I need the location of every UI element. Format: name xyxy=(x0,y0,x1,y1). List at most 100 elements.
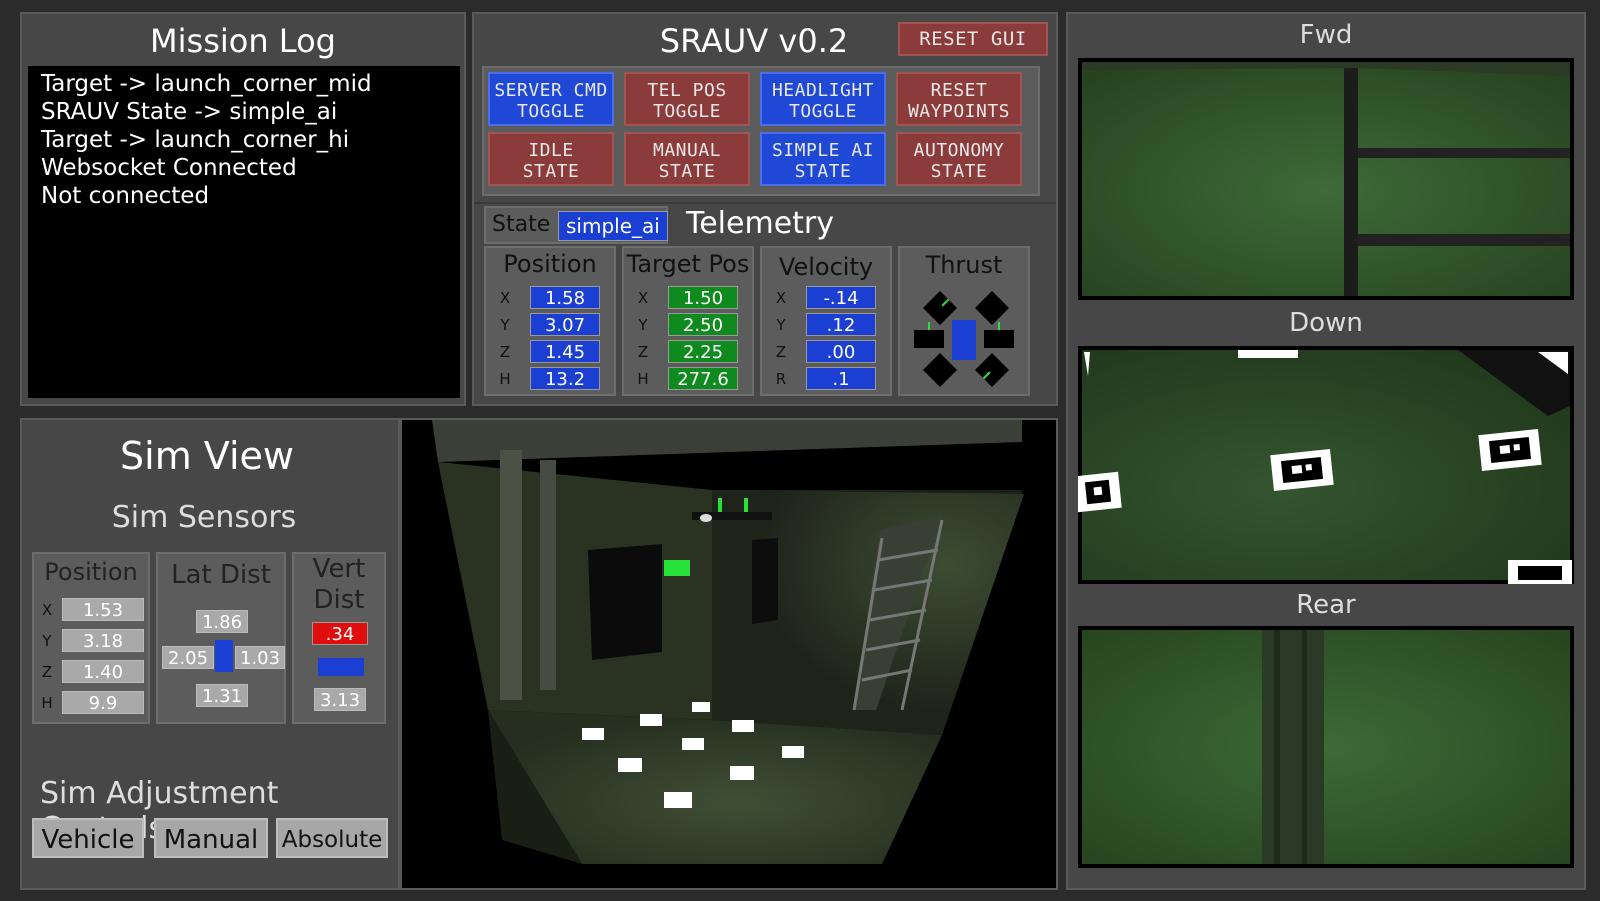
axis-label: H xyxy=(499,370,511,388)
value-field: 1.40 xyxy=(62,660,144,683)
axis-label: H xyxy=(41,694,53,712)
fwd-camera-view[interactable] xyxy=(1078,58,1574,300)
axis-label: H xyxy=(637,370,649,388)
state-label: State xyxy=(492,212,551,237)
vert-dist-bottom: 3.13 xyxy=(314,688,366,711)
lat-dist-vehicle xyxy=(215,640,233,672)
telemetry-target-box: Target Pos X 1.50 Y 2.50 Z 2.25 H 277.6 xyxy=(622,246,754,396)
state-box: State simple_ai xyxy=(484,206,668,244)
button-label-line: TEL POS xyxy=(647,80,727,101)
vert-dist-vehicle xyxy=(318,658,364,676)
value-field: 1.50 xyxy=(668,286,738,309)
sim-adjust-vehicle-button[interactable]: Vehicle xyxy=(32,818,144,858)
button-label-line: TOGGLE xyxy=(652,101,722,122)
telemetry-thrust-box: Thrust xyxy=(898,246,1030,396)
headlight-toggle-button[interactable]: HEADLIGHT TOGGLE xyxy=(760,72,886,126)
mission-log-line: Target -> launch_corner_hi xyxy=(41,127,350,153)
rear-camera-view[interactable] xyxy=(1078,626,1574,868)
value-field: 3.07 xyxy=(530,313,600,336)
button-label-line: IDLE xyxy=(528,140,574,161)
telemetry-target-title: Target Pos xyxy=(626,250,750,278)
thruster-fl xyxy=(923,291,957,325)
mission-log-panel: Mission Log Target -> launch_corner_mid S… xyxy=(20,12,466,406)
sim-3d-viewport[interactable] xyxy=(400,418,1058,890)
vehicle-body xyxy=(952,320,976,360)
state-value: simple_ai xyxy=(558,211,668,241)
rear-camera-title: Rear xyxy=(1296,590,1356,620)
button-label-line: SIMPLE AI xyxy=(771,140,875,161)
axis-label: Y xyxy=(776,316,786,334)
telemetry-position-title: Position xyxy=(503,250,597,278)
button-label-line: STATE xyxy=(658,161,716,182)
value-field: -.14 xyxy=(806,286,876,309)
button-label-line: WAYPOINTS xyxy=(907,101,1011,122)
app-title: SRAUV v0.2 xyxy=(659,22,849,60)
axis-label: Z xyxy=(637,343,649,361)
thruster-diagram xyxy=(914,291,1014,387)
thruster-vr xyxy=(984,330,1014,348)
axis-label: Z xyxy=(499,343,511,361)
axis-label: Y xyxy=(42,632,52,650)
simple-ai-state-button[interactable]: SIMPLE AI STATE xyxy=(760,132,886,186)
axis-label: X xyxy=(499,289,511,307)
value-field: .1 xyxy=(806,367,876,390)
button-label-line: TOGGLE xyxy=(788,101,858,122)
server-cmd-toggle-button[interactable]: SERVER CMD TOGGLE xyxy=(488,72,614,126)
lat-dist-front: 1.86 xyxy=(196,610,248,633)
down-camera-view[interactable] xyxy=(1078,346,1574,584)
sim-3d-scene xyxy=(432,420,1024,864)
fwd-camera-feed xyxy=(1082,62,1570,296)
autonomy-state-button[interactable]: AUTONOMY STATE xyxy=(896,132,1022,186)
button-label-line: SERVER CMD xyxy=(494,80,608,101)
thruster-rr xyxy=(975,353,1009,387)
button-label-line: TOGGLE xyxy=(516,101,586,122)
sim-vert-dist-title-1: Vert xyxy=(312,554,366,584)
sim-lat-dist-title: Lat Dist xyxy=(171,560,271,590)
value-field: 1.53 xyxy=(62,598,144,621)
rear-camera-feed xyxy=(1082,630,1570,864)
value-field: 3.18 xyxy=(62,629,144,652)
thruster-rl xyxy=(923,353,957,387)
sim-position-box: Position X 1.53 Y 3.18 Z 1.40 H 9.9 xyxy=(32,552,150,724)
telemetry-title: Telemetry xyxy=(686,206,835,241)
down-camera-title: Down xyxy=(1289,308,1363,338)
idle-state-button[interactable]: IDLE STATE xyxy=(488,132,614,186)
axis-label: X xyxy=(637,289,649,307)
control-panel: SRAUV v0.2 RESET GUI SERVER CMD TOGGLE TEL… xyxy=(472,12,1058,406)
reset-waypoints-button[interactable]: RESET WAYPOINTS xyxy=(896,72,1022,126)
down-camera-feed xyxy=(1078,350,1572,584)
axis-label: Y xyxy=(638,316,648,334)
button-label-line: RESET xyxy=(930,80,988,101)
sim-sensors-title: Sim Sensors xyxy=(111,500,297,535)
lat-dist-back: 1.31 xyxy=(196,684,248,707)
lat-dist-left: 2.05 xyxy=(162,646,214,669)
button-label-line: STATE xyxy=(794,161,852,182)
sim-lat-dist-box: Lat Dist 1.86 2.05 1.03 1.31 xyxy=(156,552,286,724)
axis-label: X xyxy=(41,601,53,619)
mission-log-line: Target -> launch_corner_mid xyxy=(41,71,372,97)
value-field: 1.45 xyxy=(530,340,600,363)
value-field: .12 xyxy=(806,313,876,336)
sim-adjust-manual-button[interactable]: Manual xyxy=(154,818,268,858)
value-field: 9.9 xyxy=(62,691,144,714)
telemetry-position-box: Position X 1.58 Y 3.07 Z 1.45 H 13.2 xyxy=(484,246,616,396)
sim-adjust-absolute-button[interactable]: Absolute xyxy=(276,818,388,858)
manual-state-button[interactable]: MANUAL STATE xyxy=(624,132,750,186)
tel-pos-toggle-button[interactable]: TEL POS TOGGLE xyxy=(624,72,750,126)
sim-position-title: Position xyxy=(44,558,138,586)
axis-label: Z xyxy=(41,663,53,681)
mission-log-line: SRAUV State -> simple_ai xyxy=(41,99,338,125)
mission-log-console[interactable]: Target -> launch_corner_mid SRAUV State -… xyxy=(28,66,460,398)
thruster-vl xyxy=(914,330,944,348)
button-label-line: STATE xyxy=(522,161,580,182)
value-field: 277.6 xyxy=(668,367,738,390)
axis-label: X xyxy=(775,289,787,307)
vert-dist-top: .34 xyxy=(312,622,368,645)
reset-gui-button[interactable]: RESET GUI xyxy=(898,22,1048,56)
axis-label: R xyxy=(775,370,787,388)
mission-log-title: Mission Log xyxy=(150,22,336,60)
value-field: .00 xyxy=(806,340,876,363)
value-field: 1.58 xyxy=(530,286,600,309)
value-field: 13.2 xyxy=(530,367,600,390)
mission-log-lines: Target -> launch_corner_mid SRAUV State -… xyxy=(28,66,460,210)
